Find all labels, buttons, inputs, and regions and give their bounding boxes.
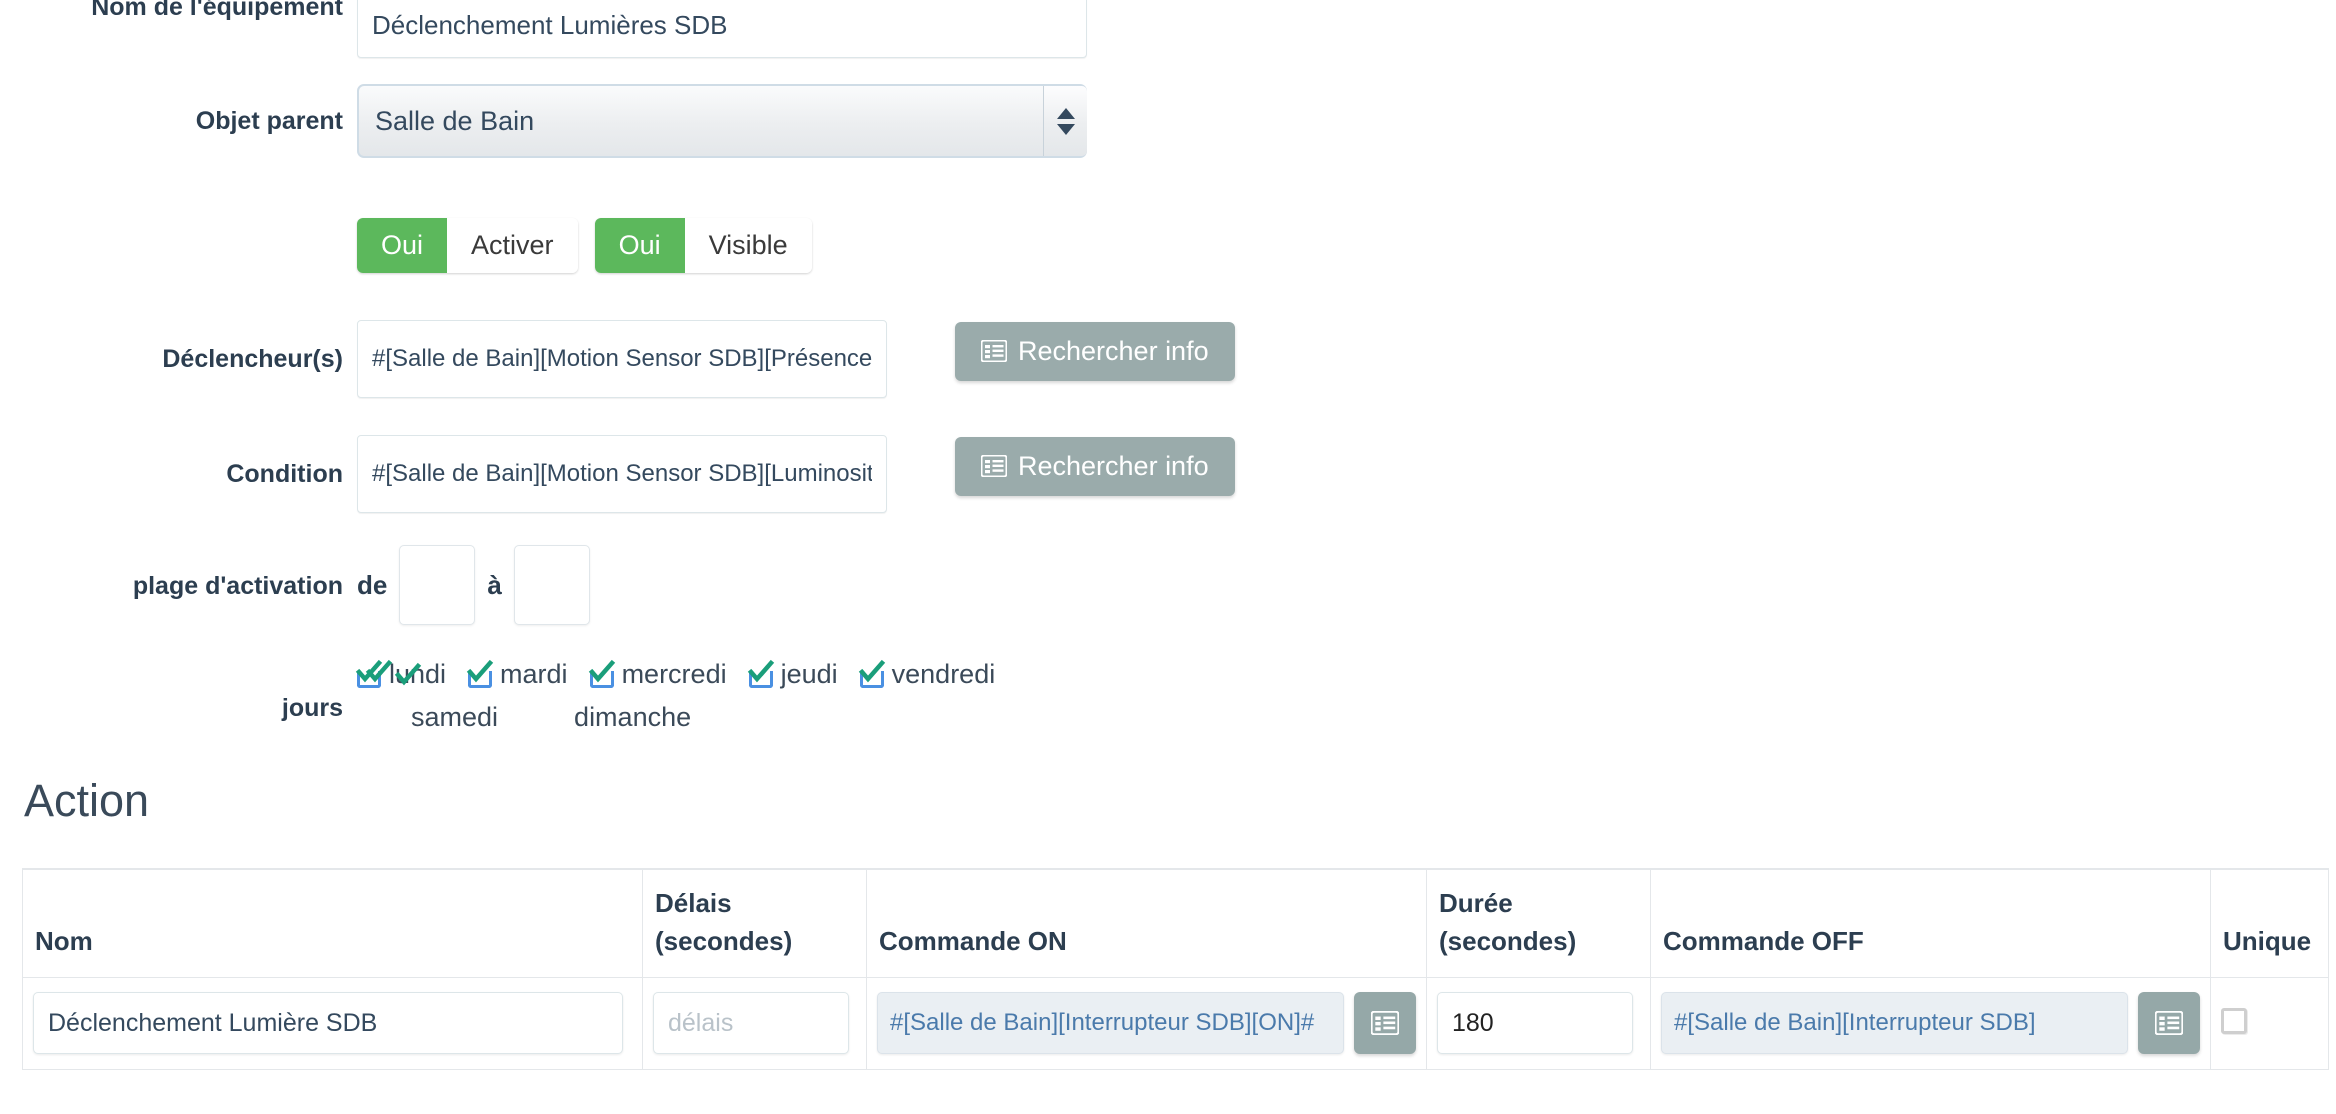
day-label-jeudi: jeudi [780,659,838,689]
action-duree-input[interactable] [1437,992,1633,1054]
trigger-search-info-label: Rechercher info [1018,335,1209,366]
cell-commande-on [866,976,1427,1070]
form-row-trigger: Déclencheur(s) Rechercher info [0,320,2336,398]
toggle-group-activer[interactable]: Oui Activer [357,218,578,274]
plage-to-input[interactable] [513,545,590,625]
day-checkbox-mercredi[interactable]: mercredi [588,655,727,694]
form-row-condition: Condition Rechercher info [0,435,2336,513]
action-name-input[interactable] [33,992,623,1054]
day-checkbox-mardi[interactable]: mardi [394,655,568,694]
check-icon[interactable] [466,659,494,688]
condition-search-info-button[interactable]: Rechercher info [955,436,1235,496]
trigger-search-info-button[interactable]: Rechercher info [955,321,1235,381]
toggle-group-visible[interactable]: Oui Visible [594,218,812,274]
form-row-days: jours lundi mardi mercredi jeudi vendred… [0,655,2336,741]
plage-activation-label: plage d'activation [132,572,343,600]
action-table-header-row: Nom Délais (secondes) Commande ON Durée … [22,868,2329,978]
day-label-mercredi: mercredi [621,659,727,689]
column-header-nom: Nom [22,868,643,978]
day-label-samedi: samedi [411,702,499,733]
column-header-commande-on: Commande ON [866,868,1427,978]
day-label-mardi: mardi [500,659,568,689]
condition-search-info-label: Rechercher info [1018,450,1209,481]
form-row-name: Nom de l'équipement [0,0,2336,58]
days-label: jours [281,694,343,722]
day-checkbox-jeudi[interactable]: jeudi [747,655,838,694]
list-icon [981,340,1007,362]
parent-object-select[interactable]: Salle de Bain [357,84,1087,158]
activer-label-button[interactable]: Activer [447,218,578,274]
list-icon [1371,1011,1399,1035]
column-header-delais: Délais (secondes) [642,868,867,978]
column-header-duree-line2: (secondes) [1439,925,1577,956]
commande-on-input[interactable] [877,992,1344,1054]
day-label-vendredi: vendredi [891,659,996,689]
commande-off-picker-button[interactable] [2138,992,2200,1054]
parent-object-select-wrap[interactable]: Salle de Bain [357,84,1087,158]
check-icon[interactable] [588,659,616,688]
form-row-plage: plage d'activation de à [0,545,2336,625]
form-row-parent: Objet parent Salle de Bain [0,84,2336,158]
action-table: Nom Délais (secondes) Commande ON Durée … [22,868,2329,1070]
cell-nom [22,976,643,1070]
day-checkbox-samedi[interactable]: samedi [411,698,498,737]
column-header-delais-line1: Délais [655,888,732,919]
cell-unique [2210,976,2329,1070]
list-icon [2155,1011,2183,1035]
day-label-dimanche: dimanche [574,702,692,733]
visible-oui-button[interactable]: Oui [594,218,685,274]
column-header-commande-off: Commande OFF [1650,868,2211,978]
commande-on-picker-button[interactable] [1354,992,1416,1054]
trigger-input[interactable] [357,320,887,398]
day-checkbox-dimanche[interactable]: dimanche [574,698,691,737]
condition-label: Condition [226,460,343,488]
cell-commande-off [1650,976,2211,1070]
form-row-toggles: Oui Activer Oui Visible [0,218,2336,274]
check-icon[interactable] [355,659,393,688]
check-icon[interactable] [747,659,775,688]
cell-delais [642,976,867,1070]
name-label: Nom de l'équipement [91,0,343,21]
plage-from-input[interactable] [399,545,476,625]
visible-label-button[interactable]: Visible [684,218,812,274]
column-header-unique: Unique [2210,868,2329,978]
equipment-name-input[interactable] [357,0,1087,58]
days-checkbox-group: lundi mardi mercredi jeudi vendredi same… [355,655,1097,741]
plage-to-word: à [487,569,502,600]
commande-off-input[interactable] [1661,992,2128,1054]
action-table-wrapper: Nom Délais (secondes) Commande ON Durée … [22,868,2329,1070]
list-icon [981,455,1007,477]
day-checkbox-vendredi[interactable]: vendredi [858,655,996,694]
action-section-heading: Action [24,775,150,826]
activer-oui-button[interactable]: Oui [357,218,448,274]
unique-checkbox[interactable] [2221,1007,2247,1034]
column-header-delais-line2: (secondes) [655,925,793,956]
check-icon[interactable] [858,659,886,688]
trigger-label: Déclencheur(s) [162,345,343,373]
action-delais-input[interactable] [653,992,849,1054]
table-row [22,976,2329,1070]
check-icon-overlay [394,662,422,685]
plage-from-word: de [357,569,388,600]
cell-duree [1426,976,1651,1070]
column-header-duree: Durée (secondes) [1426,868,1651,978]
parent-object-label: Objet parent [195,107,343,135]
condition-input[interactable] [357,435,887,513]
column-header-duree-line1: Durée [1439,888,1513,919]
automation-edit-page: Nom de l'équipement Objet parent Salle d… [0,0,2336,1114]
